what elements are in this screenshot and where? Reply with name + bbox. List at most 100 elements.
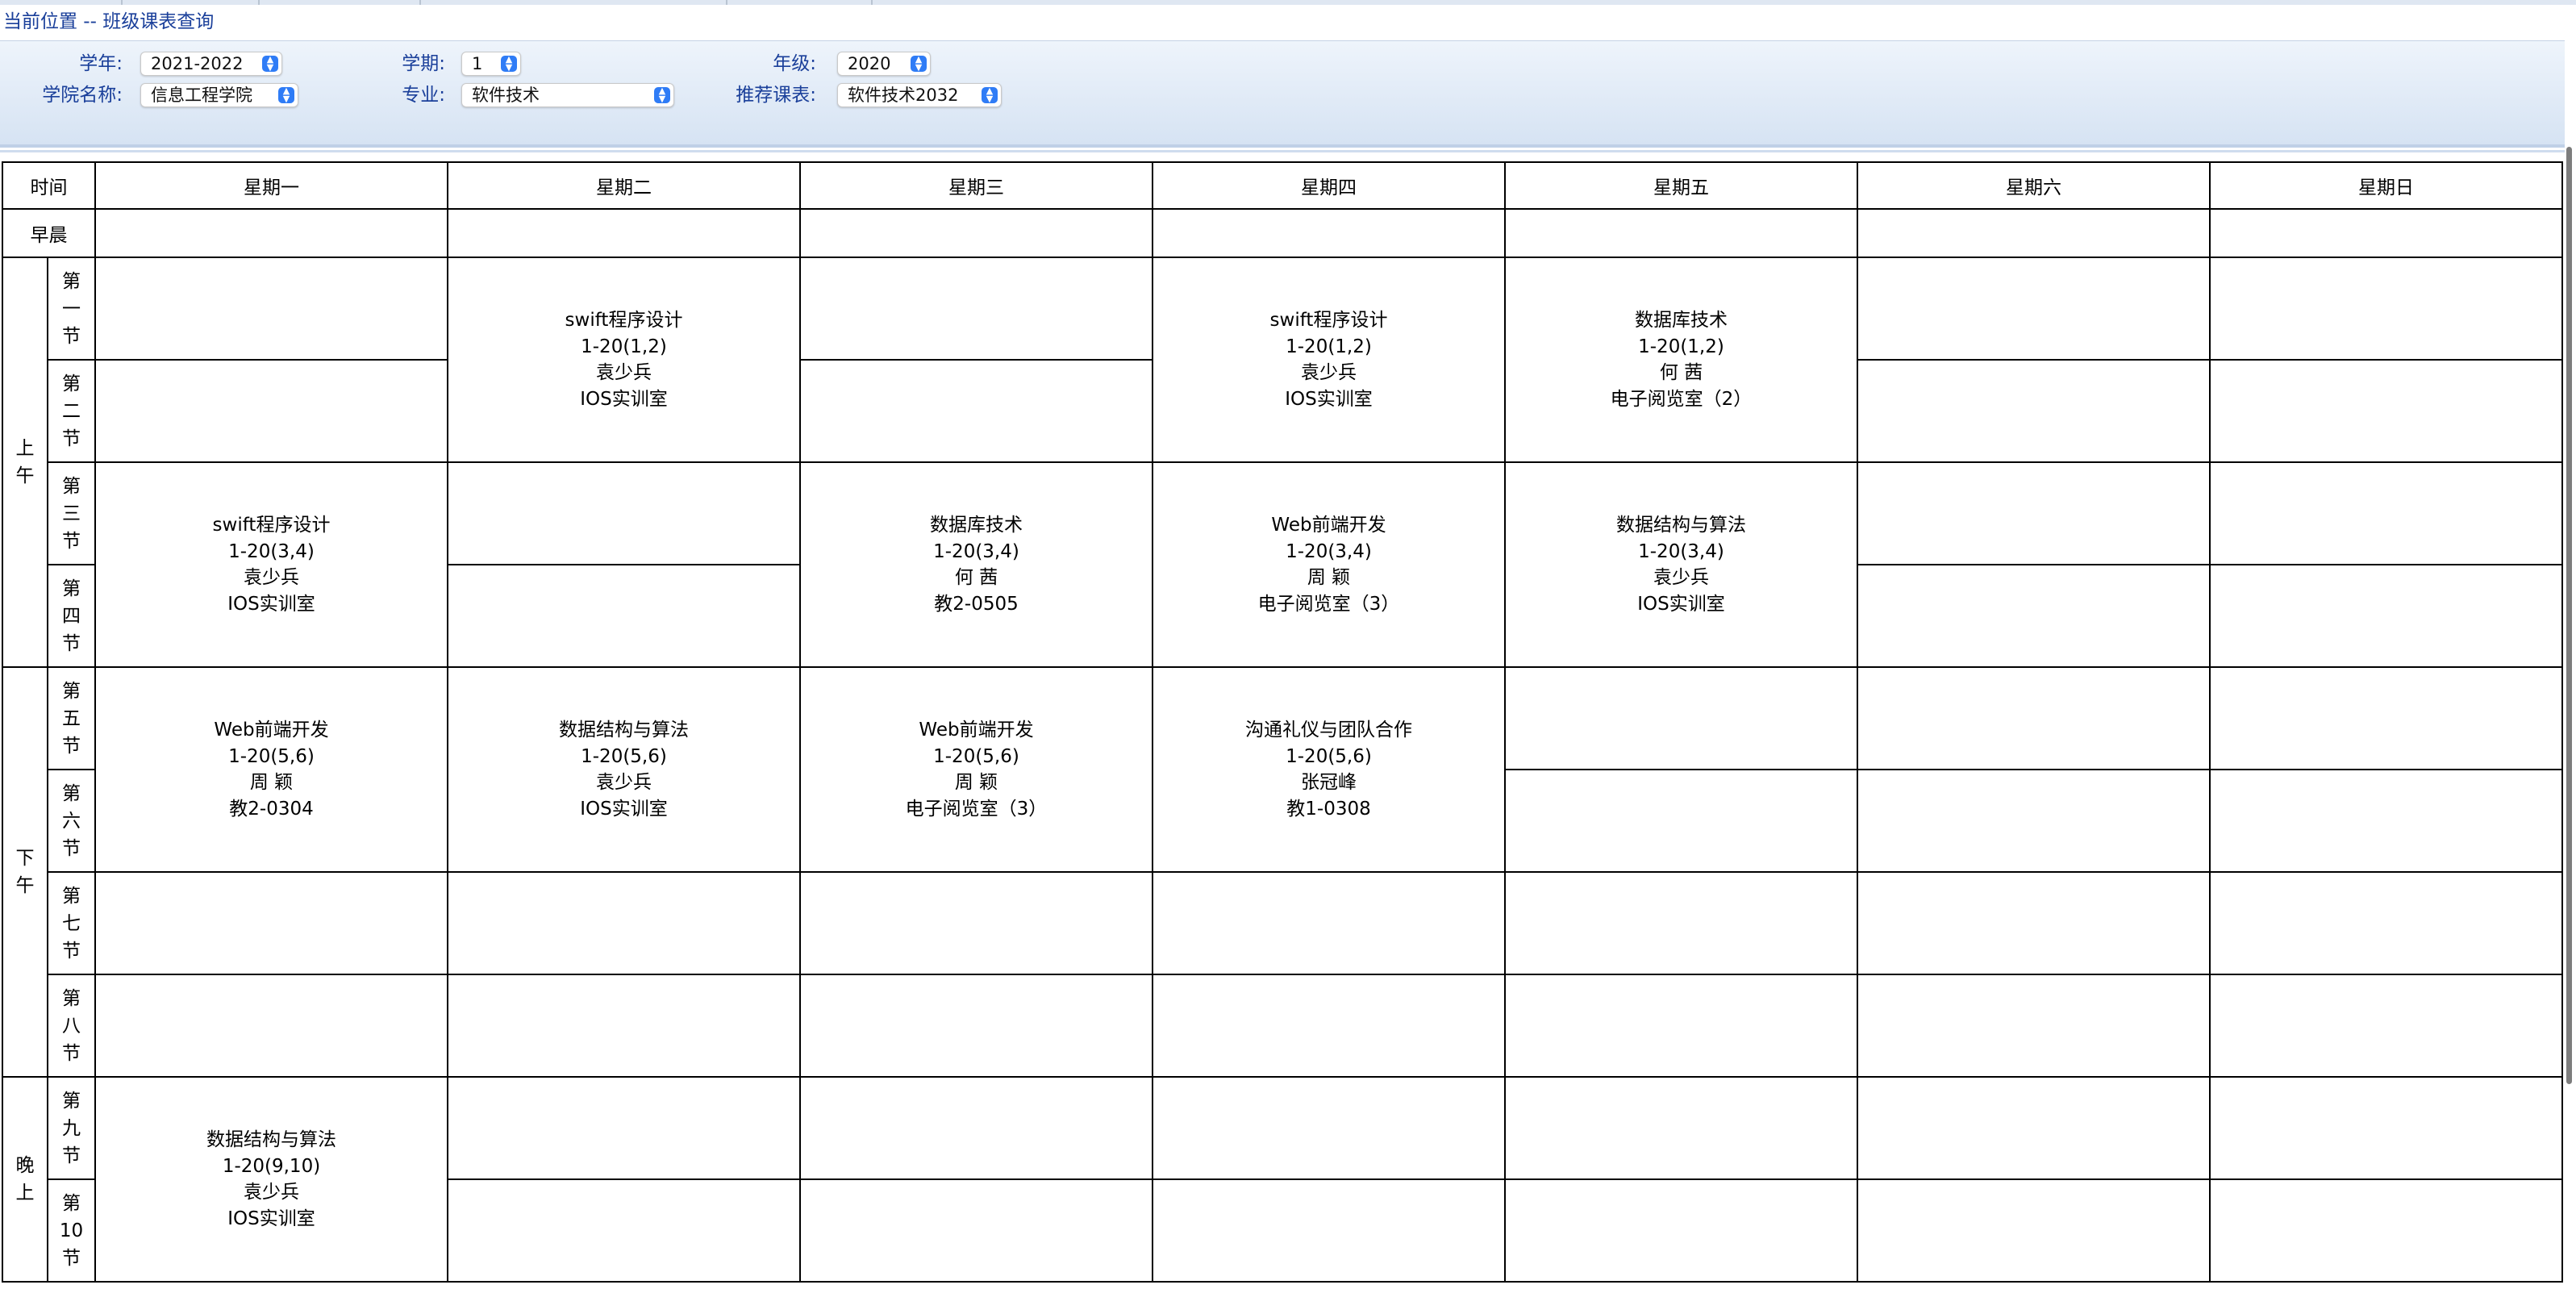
period-label: 第五节 bbox=[47, 666, 96, 770]
course-weeks: 1-20(3,4) bbox=[228, 540, 315, 562]
course-teacher: 周 颖 bbox=[954, 772, 998, 793]
course-teacher: 周 颖 bbox=[1307, 567, 1351, 588]
section-evening-label: 晚上 bbox=[15, 1155, 35, 1203]
empty-cell bbox=[1152, 1076, 1506, 1180]
empty-cell bbox=[447, 871, 801, 975]
course-room: 教1-0308 bbox=[1286, 798, 1371, 820]
course-room: IOS实训室 bbox=[580, 388, 668, 410]
term-select-value: 1 bbox=[472, 54, 483, 73]
empty-cell bbox=[94, 257, 448, 361]
empty-cell bbox=[799, 257, 1153, 361]
early-morning-label: 早晨 bbox=[2, 208, 96, 258]
course-cell: swift程序设计 1-20(1,2) 袁少兵 IOS实训室 bbox=[447, 257, 801, 463]
section-afternoon-label: 下午 bbox=[15, 848, 35, 896]
college-label: 学院名称: bbox=[42, 85, 123, 106]
empty-cell bbox=[1857, 257, 2211, 361]
course-name: 数据结构与算法 bbox=[1616, 515, 1746, 536]
empty-cell bbox=[1152, 1178, 1506, 1283]
empty-cell bbox=[1857, 564, 2211, 668]
section-morning-label: 上午 bbox=[15, 438, 35, 486]
empty-cell bbox=[2209, 769, 2563, 873]
term-label: 学期: bbox=[402, 53, 445, 74]
course-cell: Web前端开发 1-20(3,4) 周 颖电子阅览室（3） bbox=[1152, 461, 1506, 668]
empty-cell bbox=[447, 564, 801, 668]
empty-cell bbox=[2209, 359, 2563, 463]
period-6-label: 第六节 bbox=[62, 782, 81, 859]
empty-cell bbox=[1152, 871, 1506, 975]
empty-cell bbox=[799, 1178, 1153, 1283]
empty-cell bbox=[1504, 208, 1858, 258]
chevron-updown-icon: ▲ ▼ bbox=[501, 55, 517, 72]
empty-cell bbox=[2209, 257, 2563, 361]
empty-cell bbox=[1504, 666, 1858, 770]
empty-cell bbox=[447, 1076, 801, 1180]
course-room: 电子阅览室（2） bbox=[1610, 388, 1753, 410]
top-tab-strip bbox=[0, 0, 2576, 5]
empty-cell bbox=[1857, 666, 2211, 770]
recommend-select[interactable]: 软件技术2032 ▲ ▼ bbox=[837, 83, 1002, 107]
grade-select[interactable]: 2020 ▲ ▼ bbox=[837, 52, 931, 76]
course-room: 电子阅览室（3） bbox=[1257, 593, 1400, 615]
empty-cell bbox=[2209, 974, 2563, 1078]
course-room: 电子阅览室（3） bbox=[905, 798, 1048, 820]
empty-cell bbox=[1857, 461, 2211, 565]
course-room: 教2-0304 bbox=[229, 798, 314, 820]
grade-label: 年级: bbox=[773, 53, 816, 74]
period-label: 第 10 节 bbox=[47, 1178, 96, 1283]
empty-cell bbox=[2209, 1178, 2563, 1283]
day-header-mon: 星期一 bbox=[94, 161, 448, 210]
day-header-sat: 星期六 bbox=[1857, 161, 2211, 210]
section-evening: 晚上 bbox=[2, 1076, 48, 1283]
course-teacher: 袁少兵 bbox=[244, 1182, 299, 1203]
course-name: Web前端开发 bbox=[1271, 515, 1386, 536]
empty-cell bbox=[2209, 871, 2563, 975]
empty-cell bbox=[1857, 871, 2211, 975]
course-teacher: 何 茜 bbox=[1659, 362, 1703, 383]
course-weeks: 1-20(1,2) bbox=[1286, 336, 1372, 357]
major-select[interactable]: 软件技术 ▲ ▼ bbox=[461, 83, 674, 107]
course-name: swift程序设计 bbox=[565, 310, 683, 331]
term-select[interactable]: 1 ▲ ▼ bbox=[461, 52, 521, 76]
empty-cell bbox=[1152, 974, 1506, 1078]
empty-cell bbox=[799, 871, 1153, 975]
course-cell: swift程序设计 1-20(1,2) 袁少兵 IOS实训室 bbox=[1152, 257, 1506, 463]
empty-cell bbox=[447, 1178, 801, 1283]
day-header-thu: 星期四 bbox=[1152, 161, 1506, 210]
empty-cell bbox=[2209, 564, 2563, 668]
course-room: IOS实训室 bbox=[1637, 593, 1725, 615]
course-room: IOS实训室 bbox=[580, 798, 668, 820]
breadcrumb: 当前位置 -- 班级课表查询 bbox=[3, 11, 215, 32]
chevron-updown-icon: ▲ ▼ bbox=[278, 86, 294, 103]
course-weeks: 1-20(5,6) bbox=[1286, 745, 1372, 767]
course-name: swift程序设计 bbox=[1269, 310, 1388, 331]
empty-cell bbox=[2209, 208, 2563, 258]
course-weeks: 1-20(1,2) bbox=[581, 336, 667, 357]
period-label: 第一节 bbox=[47, 257, 96, 361]
section-morning: 上午 bbox=[2, 257, 48, 668]
empty-cell bbox=[1152, 208, 1506, 258]
time-header: 时间 bbox=[2, 161, 96, 210]
course-room: IOS实训室 bbox=[227, 593, 315, 615]
college-select[interactable]: 信息工程学院 ▲ ▼ bbox=[140, 83, 298, 107]
year-select[interactable]: 2021-2022 ▲ ▼ bbox=[140, 52, 282, 76]
empty-cell bbox=[1857, 1178, 2211, 1283]
empty-cell bbox=[1857, 769, 2211, 873]
day-header-tue: 星期二 bbox=[447, 161, 801, 210]
empty-cell bbox=[1504, 1178, 1858, 1283]
empty-cell bbox=[94, 359, 448, 463]
period-label: 第九节 bbox=[47, 1076, 96, 1180]
empty-cell bbox=[799, 359, 1153, 463]
empty-cell bbox=[799, 1076, 1153, 1180]
empty-cell bbox=[799, 974, 1153, 1078]
page-scrollbar[interactable] bbox=[2566, 147, 2572, 1084]
empty-cell bbox=[799, 208, 1153, 258]
chevron-updown-icon: ▲ ▼ bbox=[262, 55, 278, 72]
period-8-label: 第八节 bbox=[62, 987, 81, 1064]
chevron-updown-icon: ▲ ▼ bbox=[982, 86, 998, 103]
section-afternoon: 下午 bbox=[2, 666, 48, 1078]
course-name: 数据库技术 bbox=[1635, 310, 1728, 331]
empty-cell bbox=[94, 871, 448, 975]
course-cell: 数据库技术 1-20(3,4) 何 茜教2-0505 bbox=[799, 461, 1153, 668]
period-7-label: 第七节 bbox=[62, 885, 81, 962]
empty-cell bbox=[94, 208, 448, 258]
